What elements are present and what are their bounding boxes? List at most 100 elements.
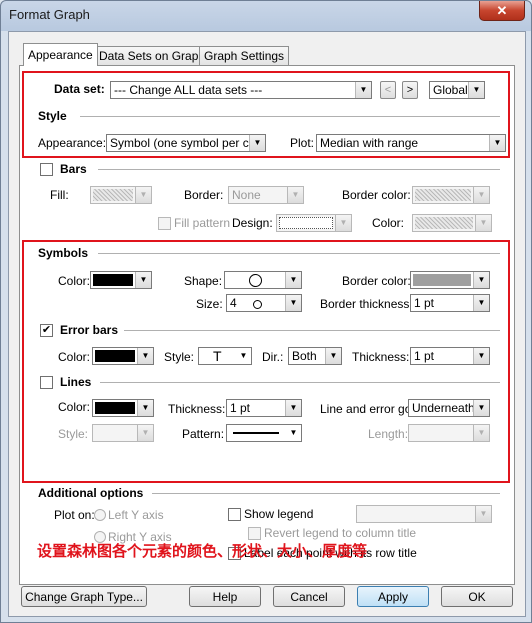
- bar-border-color-select[interactable]: ▼: [412, 186, 490, 204]
- border-thickness-value: 1 pt: [414, 296, 435, 310]
- chevron-down-icon: ▼: [473, 295, 489, 311]
- lines-heading: Lines: [60, 375, 92, 389]
- error-color-select[interactable]: ▼: [92, 347, 154, 365]
- chevron-down-icon: ▼: [473, 400, 489, 416]
- lines-divider: [100, 382, 500, 384]
- t-bar-icon: T: [213, 348, 222, 364]
- error-color-label: Color:: [58, 350, 91, 364]
- length-select[interactable]: ▼: [408, 424, 490, 442]
- fill-pattern-checkbox[interactable]: [158, 217, 171, 230]
- chevron-down-icon: ▼: [137, 400, 153, 416]
- error-thickness-value: 1 pt: [414, 349, 435, 363]
- border-thickness-select[interactable]: 1 pt ▼: [410, 294, 490, 312]
- plot-value: Median with range: [320, 136, 419, 150]
- show-legend-label: Show legend: [244, 507, 314, 521]
- symbol-border-color-label: Border color:: [342, 274, 411, 288]
- chevron-down-icon: ▼: [137, 348, 153, 364]
- error-bars-checkbox[interactable]: ✔: [40, 324, 53, 337]
- pattern-select[interactable]: ▼: [226, 424, 302, 442]
- change-graph-type-button[interactable]: Change Graph Type...: [21, 586, 147, 607]
- plot-label: Plot:: [290, 136, 315, 150]
- left-axis-radio[interactable]: [94, 509, 106, 521]
- appearance-value: Symbol (one symbol per colu: [110, 136, 265, 150]
- line-thickness-select[interactable]: 1 pt ▼: [226, 399, 302, 417]
- help-button[interactable]: Help: [189, 586, 261, 607]
- bar-color-swatch: [415, 217, 473, 229]
- tab-appearance[interactable]: Appearance: [23, 43, 98, 66]
- show-legend-checkbox[interactable]: [228, 508, 241, 521]
- chevron-down-icon: ▼: [285, 400, 301, 416]
- fill-swatch: [93, 189, 133, 201]
- error-bars-heading: Error bars: [60, 323, 119, 337]
- bars-divider: [98, 169, 500, 171]
- circle-size-icon: [253, 300, 262, 309]
- line-style-select[interactable]: ▼: [92, 424, 154, 442]
- line-color-label: Color:: [58, 400, 91, 414]
- size-label: Size:: [196, 297, 223, 311]
- window-title: Format Graph: [9, 7, 90, 22]
- chevron-down-icon: ▼: [135, 272, 151, 288]
- line-color-swatch: [95, 402, 135, 414]
- scope-select[interactable]: Global ▼: [429, 81, 485, 99]
- line-color-select[interactable]: ▼: [92, 399, 154, 417]
- fill-pattern-label: Fill pattern: [174, 216, 231, 230]
- line-error-select[interactable]: Underneath ▼: [408, 399, 490, 417]
- error-style-select[interactable]: T ▼: [198, 347, 252, 365]
- plot-select[interactable]: Median with range ▼: [316, 134, 506, 152]
- line-error-label: Line and error go:: [320, 402, 415, 416]
- annotation-caption: 设置森林图各个元素的颜色、形状、大小、厚度等: [37, 543, 368, 560]
- circle-shape-icon: [249, 274, 262, 287]
- border-thickness-label: Border thickness:: [320, 297, 413, 311]
- bar-border-label: Border:: [184, 188, 224, 202]
- chevron-down-icon: ▼: [473, 187, 489, 203]
- symbols-divider: [98, 253, 500, 255]
- error-style-label: Style:: [164, 350, 195, 364]
- additional-divider: [152, 493, 500, 495]
- chevron-down-icon: ▼: [236, 348, 251, 364]
- error-color-swatch: [95, 350, 135, 362]
- error-thickness-select[interactable]: 1 pt ▼: [410, 347, 490, 365]
- dataset-select[interactable]: --- Change ALL data sets --- ▼: [110, 81, 372, 99]
- next-dataset-button[interactable]: >: [402, 81, 418, 99]
- error-bars-divider: [124, 330, 500, 332]
- tab-data-sets-on-graph[interactable]: Data Sets on Graph: [94, 46, 211, 65]
- bar-border-color-label: Border color:: [342, 188, 411, 202]
- bar-color-select[interactable]: ▼: [412, 214, 492, 232]
- chevron-down-icon: ▼: [468, 82, 484, 98]
- chevron-down-icon: ▼: [287, 187, 303, 203]
- tab-graph-settings[interactable]: Graph Settings: [199, 46, 290, 65]
- shape-label: Shape:: [184, 274, 223, 288]
- symbol-color-swatch: [93, 274, 133, 286]
- design-swatch: [279, 217, 333, 229]
- symbol-border-color-select[interactable]: ▼: [410, 271, 490, 289]
- line-thickness-value: 1 pt: [230, 401, 251, 415]
- lines-checkbox[interactable]: [40, 376, 53, 389]
- left-axis-label: Left Y axis: [108, 508, 164, 522]
- cancel-button[interactable]: Cancel: [273, 586, 345, 607]
- fill-color-select[interactable]: ▼: [90, 186, 152, 204]
- dir-value: Both: [292, 349, 317, 363]
- dialog-client: Appearance Data Sets on Graph Graph Sett…: [8, 31, 526, 617]
- design-select[interactable]: ▼: [276, 214, 352, 232]
- dataset-value: --- Change ALL data sets ---: [114, 83, 263, 97]
- close-button[interactable]: ✕: [479, 1, 525, 21]
- revert-legend-label: Revert legend to column title: [264, 526, 417, 540]
- legend-select[interactable]: ▼: [356, 505, 492, 523]
- shape-select[interactable]: ▼: [224, 271, 302, 289]
- revert-legend-checkbox[interactable]: [248, 527, 261, 540]
- pattern-label: Pattern:: [182, 427, 225, 441]
- line-style-label: Style:: [58, 427, 89, 441]
- prev-dataset-button[interactable]: <: [380, 81, 396, 99]
- dir-select[interactable]: Both ▼: [288, 347, 342, 365]
- ok-button[interactable]: OK: [441, 586, 513, 607]
- line-thickness-label: Thickness:: [168, 402, 226, 416]
- bars-checkbox[interactable]: [40, 163, 53, 176]
- symbol-color-select[interactable]: ▼: [90, 271, 152, 289]
- apply-button[interactable]: Apply: [357, 586, 429, 607]
- checkmark-icon: ✔: [41, 324, 52, 336]
- bar-border-select[interactable]: None ▼: [228, 186, 304, 204]
- appearance-select[interactable]: Symbol (one symbol per colu ▼: [106, 134, 266, 152]
- design-label: Design:: [232, 216, 273, 230]
- title-bar[interactable]: Format Graph ✕: [1, 1, 531, 29]
- size-select[interactable]: 4 ▼: [226, 294, 302, 312]
